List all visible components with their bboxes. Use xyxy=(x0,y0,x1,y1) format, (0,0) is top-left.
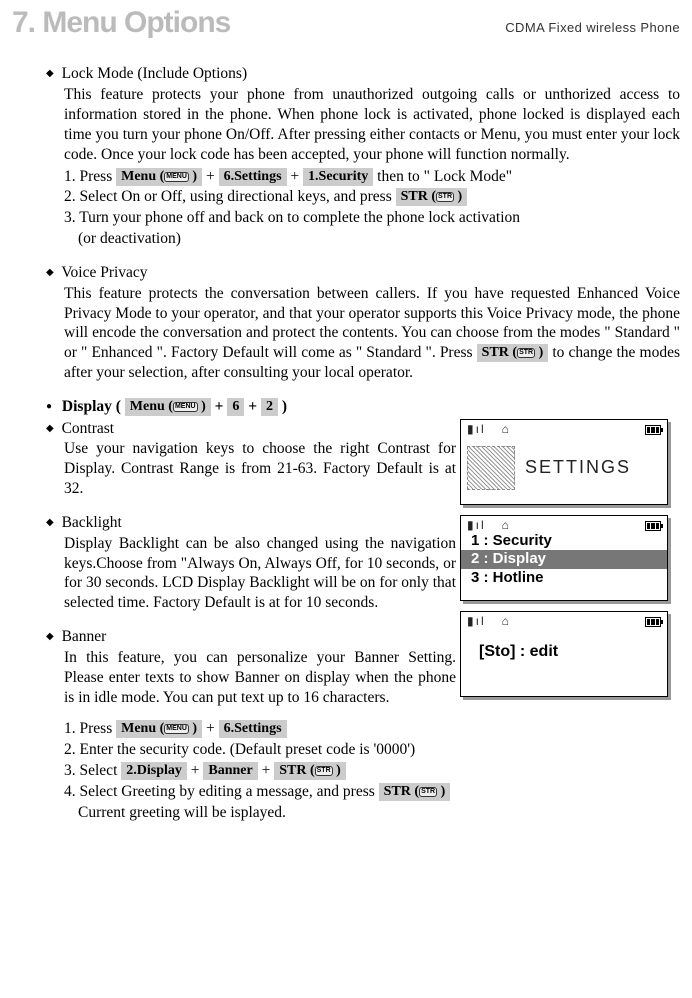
six-settings-key: 6.Settings xyxy=(219,168,287,186)
six-key: 6 xyxy=(227,398,244,416)
battery-icon xyxy=(645,617,661,627)
phone-screens-column: ▮ıl ⌂ SETTINGS ▮ıl ⌂ 1 : Security 2 : Di… xyxy=(460,419,680,707)
lock-step-2: 2. Select On or Off, using directional k… xyxy=(64,187,680,207)
banner-step-2: 2. Enter the security code. (Default pre… xyxy=(64,740,680,760)
menu-item-display-selected: 2 : Display xyxy=(461,550,667,569)
voice-privacy-body: This feature protects the conversation b… xyxy=(64,284,680,383)
banner-key: Banner xyxy=(203,762,257,780)
signal-icon: ▮ıl ⌂ xyxy=(467,422,511,437)
menu-key: Menu (MENU ) xyxy=(125,398,211,416)
lock-mode-body: This feature protects your phone from un… xyxy=(64,85,680,164)
menu-key: Menu (MENU ) xyxy=(116,168,202,186)
str-key: STR (STR ) xyxy=(274,762,346,780)
sto-edit-label: [Sto] : edit xyxy=(461,628,667,662)
lock-step-3: 3. Turn your phone off and back on to co… xyxy=(64,208,680,228)
header-subtitle: CDMA Fixed wireless Phone xyxy=(505,20,680,37)
screen-settings: ▮ıl ⌂ SETTINGS xyxy=(460,419,668,505)
battery-icon xyxy=(645,425,661,435)
banner-step-1: 1. Press Menu (MENU ) + 6.Settings xyxy=(64,719,680,739)
banner-step-4: 4. Select Greeting by editing a message,… xyxy=(64,782,680,802)
settings-graphic-icon xyxy=(467,446,515,490)
six-settings-key: 6.Settings xyxy=(219,720,287,738)
menu-key: Menu (MENU ) xyxy=(116,720,202,738)
banner-step-4b: Current greeting will be isplayed. xyxy=(64,803,680,823)
banner-step-3: 3. Select 2.Display + Banner + STR (STR … xyxy=(64,761,680,781)
battery-icon xyxy=(645,521,661,531)
voice-privacy-heading: Voice Privacy xyxy=(46,263,680,283)
lock-mode-heading: Lock Mode (Include Options) xyxy=(46,64,680,84)
two-display-key: 2.Display xyxy=(121,762,187,780)
screen-sto-edit: ▮ıl ⌂ [Sto] : edit xyxy=(460,611,668,697)
signal-icon: ▮ıl ⌂ xyxy=(467,614,511,629)
menu-item-hotline: 3 : Hotline xyxy=(471,569,544,586)
menu-item-security: 1 : Security xyxy=(471,532,552,549)
two-key: 2 xyxy=(261,398,278,416)
settings-label: SETTINGS xyxy=(525,456,631,479)
str-key: STR (STR ) xyxy=(396,188,468,206)
one-security-key: 1.Security xyxy=(303,168,373,186)
lock-step-1: 1. Press Menu (MENU ) + 6.Settings + 1.S… xyxy=(64,167,680,187)
str-key: STR (STR ) xyxy=(379,783,451,801)
lock-step-3b: (or deactivation) xyxy=(64,229,680,249)
display-heading: Display ( Menu (MENU ) + 6 + 2 ) xyxy=(46,398,287,415)
screen-menu-list: ▮ıl ⌂ 1 : Security 2 : Display 3 : Hotli… xyxy=(460,515,668,601)
page-title: 7. Menu Options xyxy=(12,4,230,42)
str-key: STR (STR ) xyxy=(477,344,549,362)
